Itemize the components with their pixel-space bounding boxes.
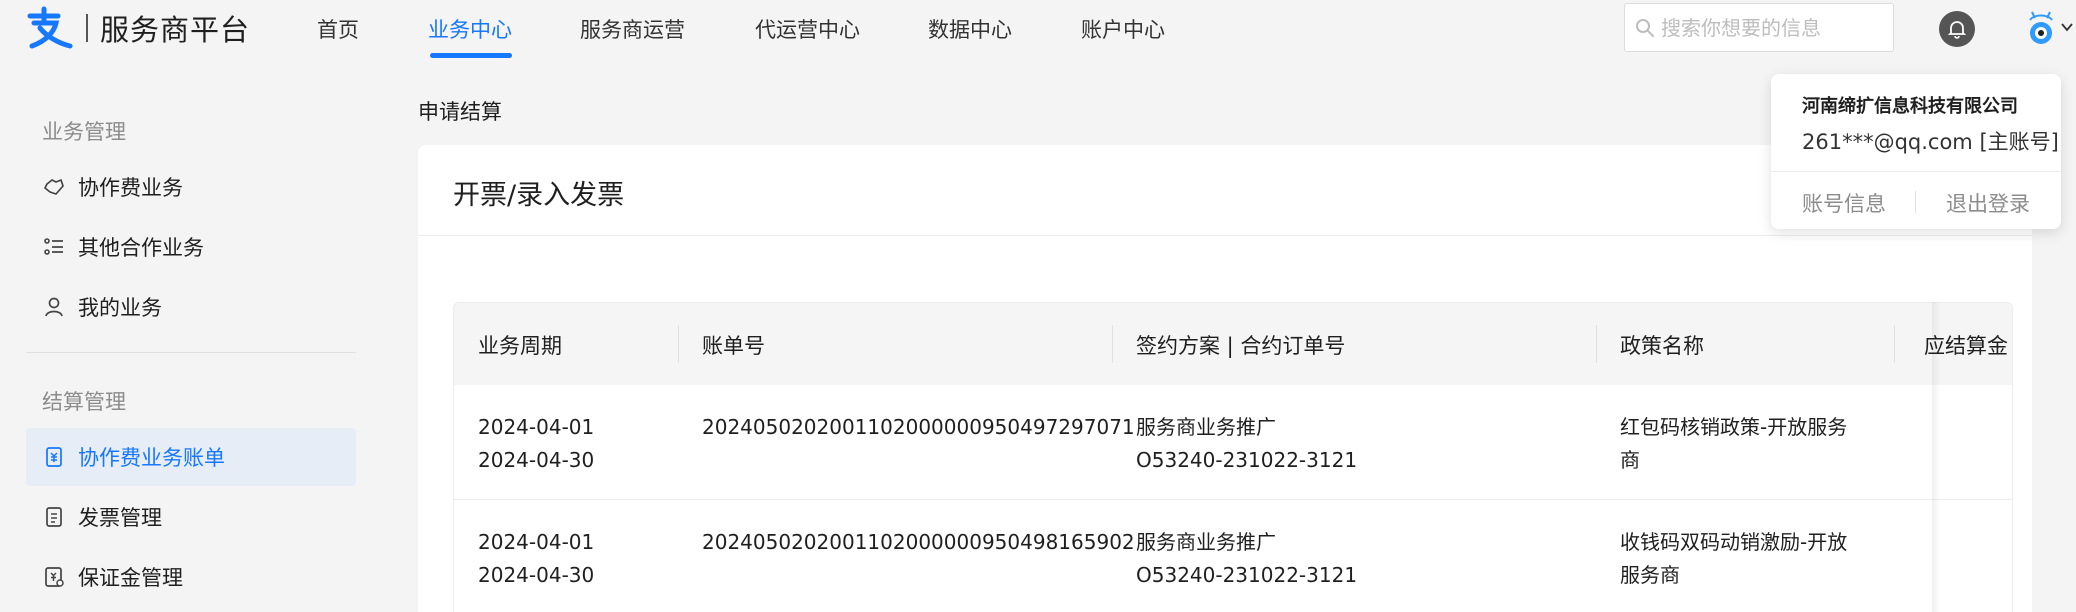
cell-bill-no: 2024050202001102000000950497297071 <box>702 415 1135 439</box>
platform-name: 服务商平台 <box>100 13 251 47</box>
policy-name-line: 服务商 <box>1620 563 1680 587</box>
policy-name-line: 商 <box>1620 448 1640 472</box>
search-input[interactable] <box>1661 15 1881 40</box>
cell-policy-name: 收钱码双码动销激励-开放 服务商 <box>1620 526 1847 592</box>
plan-name: 服务商业务推广 <box>1136 530 1276 554</box>
chevron-down-icon[interactable] <box>2060 20 2074 34</box>
sidebar-group-business-management: 业务管理 <box>42 120 126 144</box>
sidebar-item-other-cooperation[interactable]: 其他合作业务 <box>26 218 356 276</box>
nav-account-center[interactable]: 账户中心 <box>1081 14 1165 44</box>
platform-logo[interactable]: 服务商平台 <box>24 6 250 50</box>
alipay-logo-icon <box>27 6 73 49</box>
breadcrumb: 申请结算 <box>418 100 502 124</box>
logo-separator <box>86 14 88 42</box>
sidebar-item-label: 发票管理 <box>78 506 162 530</box>
policy-name-line: 红包码核销政策-开放服务 <box>1620 415 1848 439</box>
sidebar: 业务管理 协作费业务 其他合作业务 我的业务 结算管理 协作费业务账单 发票管理… <box>0 58 380 612</box>
active-nav-indicator <box>430 53 512 58</box>
column-separator <box>678 325 679 363</box>
table-row[interactable]: 2024-04-01 2024-04-30 202405020200110200… <box>454 500 2012 612</box>
sidebar-item-label: 协作费业务账单 <box>78 446 225 470</box>
nav-data-center[interactable]: 数据中心 <box>928 14 1012 44</box>
column-separator <box>1894 325 1895 363</box>
account-info-link[interactable]: 账号信息 <box>1802 188 1886 218</box>
period-start: 2024-04-01 <box>478 415 595 439</box>
invoice-icon <box>46 507 62 527</box>
sidebar-item-invoice-management[interactable]: 发票管理 <box>26 488 356 546</box>
top-navigation-bar: 服务商平台 首页 业务中心 服务商运营 代运营中心 数据中心 账户中心 <box>0 0 2076 58</box>
bill-icon <box>46 447 62 467</box>
cell-bill-no: 2024050202001102000000950498165902 <box>702 530 1135 554</box>
column-header-plan-contract: 签约方案 | 合约订单号 <box>1136 334 1346 358</box>
sidebar-item-label: 其他合作业务 <box>78 236 204 260</box>
column-header-policy-name: 政策名称 <box>1620 334 1704 358</box>
search-icon <box>1636 18 1654 37</box>
sidebar-item-label: 我的业务 <box>78 296 162 320</box>
handshake-icon <box>44 179 64 195</box>
sidebar-item-label: 保证金管理 <box>78 566 183 590</box>
settlement-table: 业务周期 账单号 签约方案 | 合约订单号 政策名称 应结算金 2024-04-… <box>453 302 2013 612</box>
contract-no: O53240-231022-3121 <box>1136 448 1358 472</box>
deposit-icon <box>45 567 64 587</box>
column-header-bill-no: 账单号 <box>702 334 765 358</box>
policy-name-line: 收钱码双码动销激励-开放 <box>1620 530 1848 554</box>
period-start: 2024-04-01 <box>478 530 595 554</box>
column-separator <box>1112 325 1113 363</box>
nav-agency-operation-center[interactable]: 代运营中心 <box>755 14 860 44</box>
cell-period: 2024-04-01 2024-04-30 <box>478 526 594 592</box>
search-box[interactable] <box>1624 3 1894 52</box>
account-email: 261***@qq.com [主账号] <box>1802 130 2059 154</box>
sidebar-divider <box>26 352 356 353</box>
cell-plan-contract: 服务商业务推广 O53240-231022-3121 <box>1136 411 1357 477</box>
cell-plan-contract: 服务商业务推广 O53240-231022-3121 <box>1136 526 1357 592</box>
nav-home[interactable]: 首页 <box>317 14 359 44</box>
nav-provider-operations[interactable]: 服务商运营 <box>580 14 685 44</box>
user-icon <box>45 297 63 317</box>
plan-name: 服务商业务推广 <box>1136 415 1276 439</box>
period-end: 2024-04-30 <box>478 448 595 472</box>
dropdown-link-separator <box>1915 191 1916 213</box>
contract-no: O53240-231022-3121 <box>1136 563 1358 587</box>
sidebar-group-settlement-management: 结算管理 <box>42 390 126 414</box>
card-divider <box>418 235 2032 236</box>
table-scroll-shadow <box>1932 302 1940 612</box>
cell-period: 2024-04-01 2024-04-30 <box>478 411 594 477</box>
sidebar-item-deposit-management[interactable]: 保证金管理 <box>26 548 356 606</box>
account-dropdown: 河南缔扩信息科技有限公司 261***@qq.com [主账号] 账号信息 退出… <box>1771 74 2061 229</box>
cell-policy-name: 红包码核销政策-开放服务 商 <box>1620 411 1847 477</box>
table-row[interactable]: 2024-04-01 2024-04-30 202405020200110200… <box>454 385 2012 500</box>
sidebar-item-collaboration-fee-bill[interactable]: 协作费业务账单 <box>26 428 356 486</box>
nav-business-center[interactable]: 业务中心 <box>428 14 512 44</box>
sidebar-item-label: 协作费业务 <box>78 176 183 200</box>
column-separator <box>1596 325 1597 363</box>
company-name: 河南缔扩信息科技有限公司 <box>1802 96 2018 117</box>
bell-icon <box>1947 21 1967 39</box>
notification-button[interactable] <box>1939 11 1975 47</box>
dropdown-divider <box>1771 171 2061 172</box>
sidebar-item-collaboration-fee[interactable]: 协作费业务 <box>26 158 356 216</box>
column-header-period: 业务周期 <box>478 334 562 358</box>
card-title: 开票/录入发票 <box>453 180 625 211</box>
user-avatar-icon[interactable] <box>2022 10 2060 48</box>
sidebar-item-my-business[interactable]: 我的业务 <box>26 278 356 336</box>
list-icon <box>44 238 63 255</box>
logout-link[interactable]: 退出登录 <box>1946 188 2030 218</box>
table-header: 业务周期 账单号 签约方案 | 合约订单号 政策名称 应结算金 <box>454 303 2012 385</box>
period-end: 2024-04-30 <box>478 563 595 587</box>
